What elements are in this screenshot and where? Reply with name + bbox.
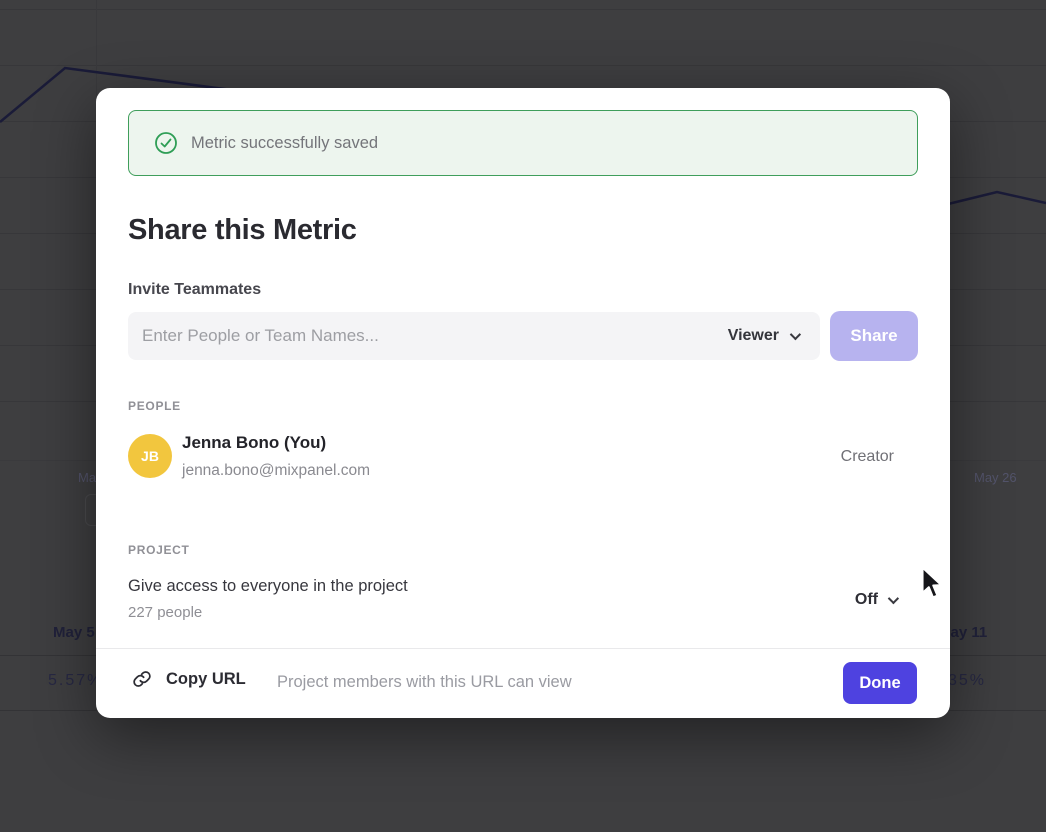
modal-title: Share this Metric xyxy=(128,214,357,247)
people-section-label: PEOPLE xyxy=(128,399,181,413)
modal-footer: Copy URL Project members with this URL c… xyxy=(96,648,950,718)
toast-message: Metric successfully saved xyxy=(191,134,378,153)
share-metric-modal: Metric successfully saved Share this Met… xyxy=(96,88,950,718)
member-role: Creator xyxy=(841,448,894,466)
project-access-title: Give access to everyone in the project xyxy=(128,577,408,596)
success-toast: Metric successfully saved xyxy=(128,110,918,176)
project-access-value: Off xyxy=(855,591,878,609)
project-section-label: PROJECT xyxy=(128,543,190,557)
mouse-cursor xyxy=(918,566,948,602)
table-header-date: May 5 xyxy=(53,624,95,641)
project-access-dropdown[interactable]: Off xyxy=(855,591,896,609)
table-cell-value: 35% xyxy=(948,672,986,690)
invite-teammates-label: Invite Teammates xyxy=(128,281,261,299)
role-dropdown[interactable]: Viewer xyxy=(728,312,798,360)
x-axis-label-right: May 26 xyxy=(974,470,1017,485)
copy-url-button[interactable]: Copy URL xyxy=(132,669,246,689)
avatar: JB xyxy=(128,434,172,478)
share-button[interactable]: Share xyxy=(830,311,918,361)
member-email: jenna.bono@mixpanel.com xyxy=(182,462,370,480)
url-permission-hint: Project members with this URL can view xyxy=(277,673,572,692)
role-dropdown-value: Viewer xyxy=(728,327,779,345)
project-people-count: 227 people xyxy=(128,604,202,621)
copy-url-label: Copy URL xyxy=(166,670,246,689)
invite-input-container: Viewer xyxy=(128,312,820,360)
chevron-down-icon xyxy=(888,593,899,604)
done-button[interactable]: Done xyxy=(843,662,917,704)
invite-people-input[interactable] xyxy=(128,312,820,360)
link-icon xyxy=(132,669,152,689)
check-circle-icon xyxy=(155,132,177,154)
member-name: Jenna Bono (You) xyxy=(182,433,326,453)
